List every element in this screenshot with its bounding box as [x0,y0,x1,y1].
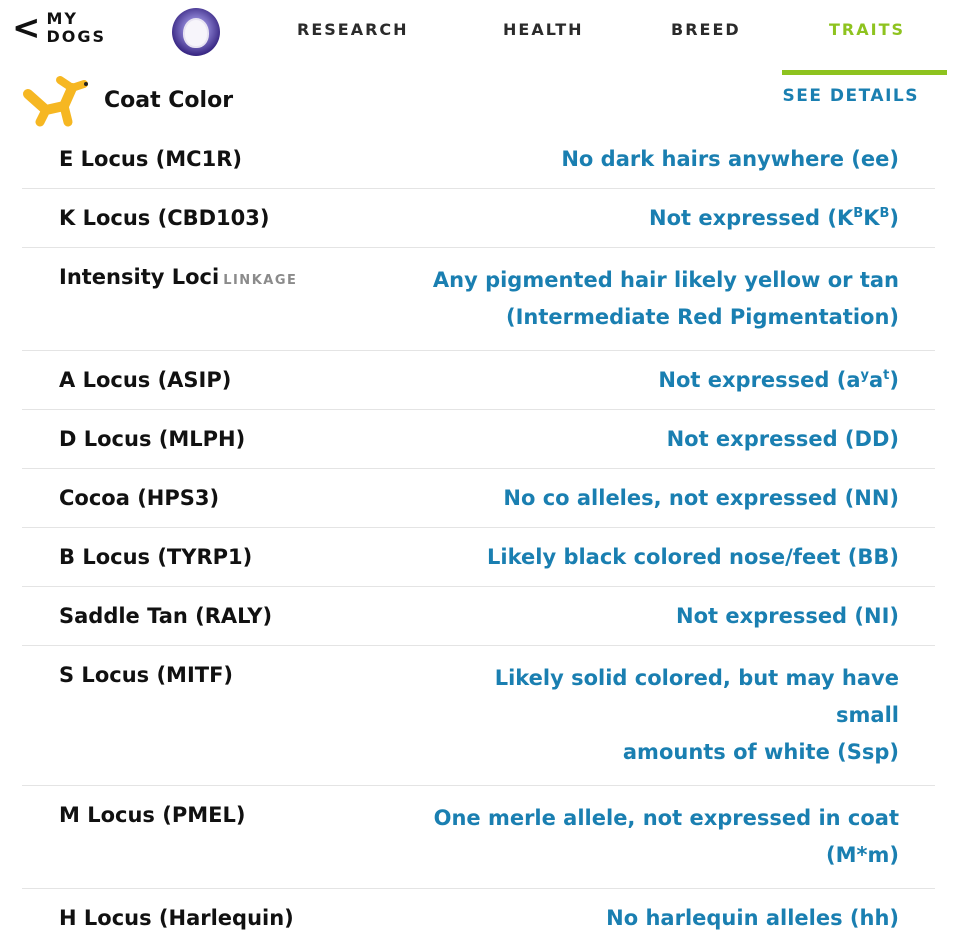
value-line: (M*m) [826,843,899,867]
locus-value: Not expressed (DD) [666,427,899,451]
locus-row-a: A Locus (ASIP) Not expressed (ayat) [22,351,935,410]
locus-row-intensity: Intensity Loci LINKAGE Any pigmented hair… [22,248,935,351]
locus-value: No co alleles, not expressed (NN) [503,486,899,510]
locus-row-cocoa: Cocoa (HPS3) No co alleles, not expresse… [22,469,935,528]
back-to-my-dogs-button[interactable]: < MY DOGS [12,10,107,46]
value-line: (Intermediate Red Pigmentation) [506,305,899,329]
locus-label-group: Intensity Loci LINKAGE [59,262,297,296]
locus-value: Likely solid colored, but may have small… [429,660,899,771]
top-nav: < MY DOGS RESEARCH HEALTH BREED TRAITS [0,0,953,75]
locus-label: A Locus (ASIP) [59,368,232,392]
value-line: Likely solid colored, but may have small [494,666,899,727]
locus-value: One merle allele, not expressed in coat (… [434,800,899,874]
locus-label: Intensity Loci [59,265,220,289]
back-label: MY DOGS [46,9,107,46]
active-tab-indicator [782,70,947,75]
locus-label: D Locus (MLPH) [59,427,246,451]
locus-value: Not expressed (NI) [676,604,899,628]
allele-superscript: B [853,206,864,221]
value-line: amounts of white (Ssp) [622,740,899,764]
allele-superscript: y [860,368,869,383]
locus-row-k: K Locus (CBD103) Not expressed (KBKB) [22,189,935,248]
locus-row-b: B Locus (TYRP1) Likely black colored nos… [22,528,935,587]
value-line: One merle allele, not expressed in coat [433,806,899,830]
tab-traits[interactable]: TRAITS [829,20,905,39]
balloon-dog-icon [23,76,88,127]
locus-value: Likely black colored nose/feet (BB) [487,545,899,569]
locus-value: Not expressed (KBKB) [649,203,899,233]
value-text: Not expressed (K [649,206,854,230]
locus-label: Cocoa (HPS3) [59,486,220,510]
locus-row-s: S Locus (MITF) Likely solid colored, but… [22,646,935,786]
locus-label: E Locus (MC1R) [59,147,242,171]
value-text: ) [889,368,899,392]
locus-row-h: H Locus (Harlequin) No harlequin alleles… [22,889,935,947]
value-line: Any pigmented hair likely yellow or tan [432,268,899,292]
locus-label: K Locus (CBD103) [59,206,270,230]
locus-row-e: E Locus (MC1R) No dark hairs anywhere (e… [22,130,935,189]
locus-label: S Locus (MITF) [59,663,234,687]
locus-label: H Locus (Harlequin) [59,906,294,930]
value-text: a [869,368,884,392]
tab-bar: RESEARCH HEALTH BREED TRAITS [250,0,953,72]
dog-photo [185,20,207,46]
locus-label: Saddle Tan (RALY) [59,604,273,628]
tab-research[interactable]: RESEARCH [297,20,409,39]
section-title: Coat Color [104,88,234,113]
see-details-link[interactable]: SEE DETAILS [783,86,919,106]
value-text: Not expressed (a [658,368,861,392]
allele-superscript: B [879,206,890,221]
linkage-tag: LINKAGE [223,273,298,288]
locus-label: B Locus (TYRP1) [59,545,253,569]
dog-avatar[interactable] [172,8,220,56]
locus-label: M Locus (PMEL) [59,803,246,827]
coat-color-loci-list: E Locus (MC1R) No dark hairs anywhere (e… [22,130,935,947]
locus-value: No dark hairs anywhere (ee) [561,147,899,171]
locus-row-d: D Locus (MLPH) Not expressed (DD) [22,410,935,469]
locus-value: Not expressed (ayat) [658,365,899,395]
tab-breed[interactable]: BREED [671,20,741,39]
locus-value: Any pigmented hair likely yellow or tan (… [433,262,899,336]
chevron-left-icon: < [12,8,41,48]
locus-row-saddle-tan: Saddle Tan (RALY) Not expressed (NI) [22,587,935,646]
value-text: ) [889,206,899,230]
locus-value: No harlequin alleles (hh) [606,906,899,930]
tab-health[interactable]: HEALTH [503,20,584,39]
locus-row-m: M Locus (PMEL) One merle allele, not exp… [22,786,935,889]
value-text: K [863,206,880,230]
